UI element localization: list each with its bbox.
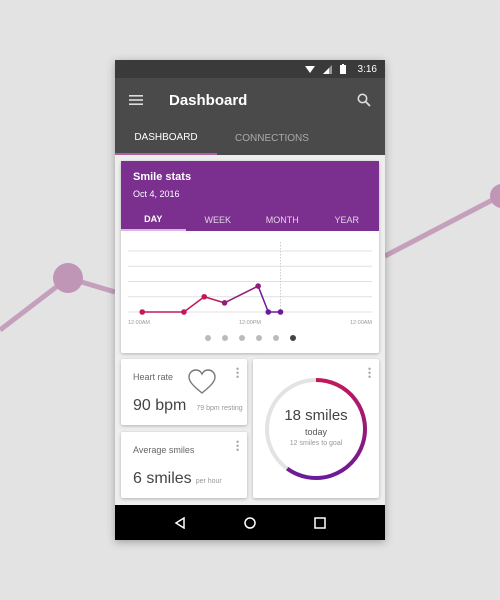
period-label: today — [304, 427, 328, 437]
wifi-icon — [304, 65, 315, 73]
range-tab-day[interactable]: DAY — [121, 209, 186, 231]
heart-rate-card: Heart rate • • • 90 bpm 79 bpm resting — [121, 359, 247, 425]
heart-rate-label: Heart rate — [133, 372, 174, 382]
daily-goal-card: • • • 18 smiles today 12 smiles to goal — [253, 359, 379, 498]
status-time: 3:16 — [357, 63, 377, 75]
range-tab-month[interactable]: MONTH — [250, 209, 315, 231]
data-point — [265, 309, 272, 315]
app-bar: Dashboard — [115, 78, 385, 122]
range-tab-year[interactable]: YEAR — [315, 209, 380, 231]
average-smiles-unit: per hour — [195, 478, 222, 485]
smile-line-chart: 12:00AM 12:00PM 12:00AM — [128, 242, 372, 326]
data-point — [181, 309, 187, 315]
x-tick-label: 12:00AM — [128, 320, 150, 326]
data-point — [277, 309, 284, 315]
more-options-icon[interactable]: • • • — [236, 438, 239, 455]
smiles-today-value: 18 smiles — [284, 407, 348, 424]
page-dot[interactable] — [289, 335, 296, 341]
page-indicator — [121, 335, 379, 341]
tab-bar: DASHBOARD CONNECTIONS — [115, 122, 385, 155]
card-title: Smile stats — [133, 171, 192, 183]
page-dot[interactable] — [221, 335, 228, 341]
series-segment — [224, 285, 259, 304]
average-smiles-value: 6 smiles — [133, 470, 192, 487]
range-tab-week[interactable]: WEEK — [186, 209, 251, 231]
heart-icon — [188, 369, 216, 394]
heart-rate-value: 90 bpm — [133, 397, 187, 414]
smile-stats-card: Smile stats Oct 4, 2016 DAY WEEK MONTH Y… — [121, 161, 379, 353]
series-segment — [257, 285, 269, 313]
x-tick-label: 12:00PM — [239, 320, 261, 326]
average-smiles-label: Average smiles — [133, 445, 195, 455]
tab-dashboard[interactable]: DASHBOARD — [115, 122, 217, 155]
battery-icon — [339, 64, 346, 74]
page-title: Dashboard — [169, 91, 248, 109]
page-dot[interactable] — [255, 335, 262, 341]
data-point — [221, 300, 228, 306]
search-icon[interactable] — [357, 93, 371, 107]
page-dot[interactable] — [204, 335, 211, 341]
card-date: Oct 4, 2016 — [133, 189, 180, 199]
recents-icon[interactable] — [314, 516, 326, 529]
average-smiles-card: Average smiles • • • 6 smiles per hour — [121, 432, 247, 498]
series-segment — [183, 296, 205, 313]
data-point — [255, 283, 261, 289]
data-point — [139, 309, 146, 315]
page-dot[interactable] — [272, 335, 279, 341]
menu-icon[interactable] — [129, 95, 143, 105]
navigation-bar — [115, 505, 385, 540]
page-dot[interactable] — [238, 335, 245, 341]
tab-connections[interactable]: CONNECTIONS — [217, 122, 327, 155]
x-tick-label: 12:00AM — [350, 320, 372, 326]
phone-screen: 3:16 Dashboard DASHBOARD CONNECTIONS Smi… — [115, 60, 385, 540]
range-tabs: DAY WEEK MONTH YEAR — [121, 209, 379, 231]
series-segment — [204, 296, 225, 304]
data-point — [201, 293, 208, 300]
status-bar: 3:16 — [115, 60, 385, 78]
home-icon[interactable] — [244, 516, 256, 529]
smiles-to-goal: 12 smiles to goal — [289, 440, 343, 447]
back-icon[interactable] — [174, 516, 186, 529]
signal-icon — [322, 64, 332, 74]
resting-rate: 79 bpm resting — [196, 405, 243, 412]
more-options-icon[interactable]: • • • — [236, 365, 239, 382]
